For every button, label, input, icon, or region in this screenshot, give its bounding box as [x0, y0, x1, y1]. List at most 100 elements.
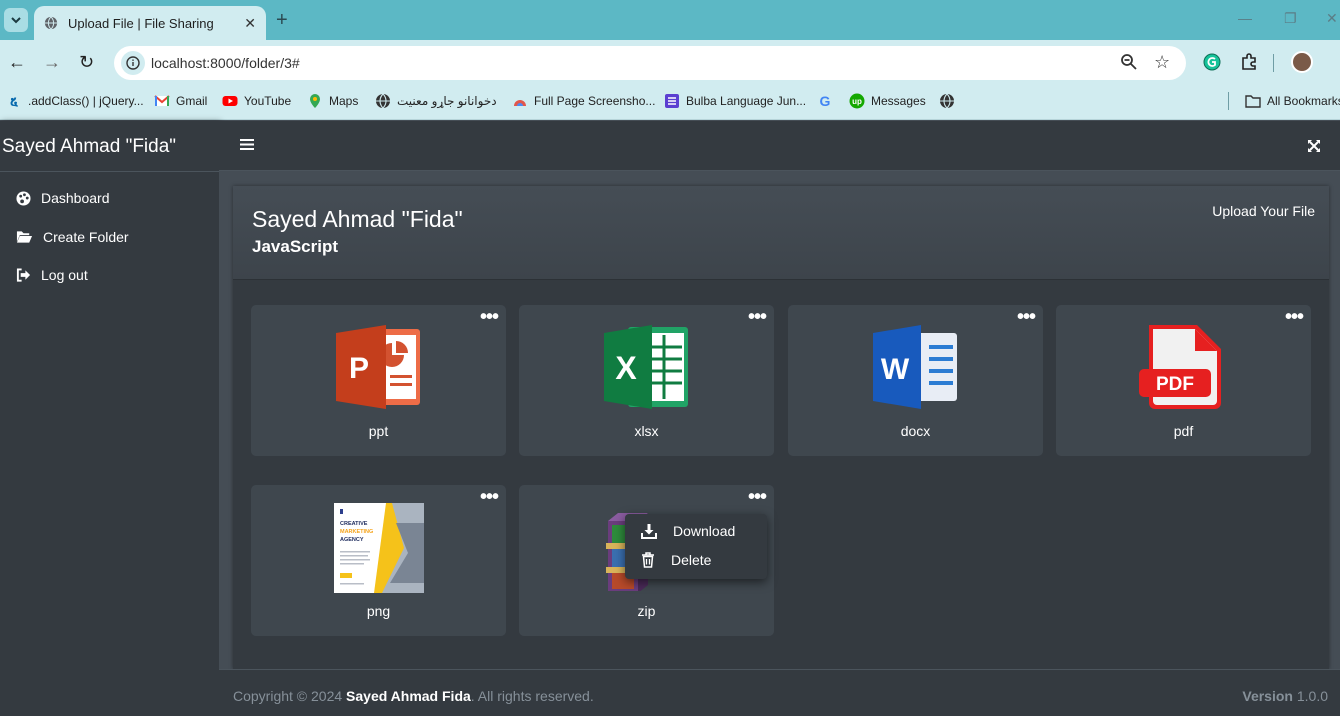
tab-search-button[interactable]: [4, 8, 28, 32]
sidebar-item-log-out[interactable]: Log out: [16, 267, 88, 283]
file-card-xlsx[interactable]: ••• X xlsx: [519, 305, 774, 456]
url-text[interactable]: localhost:8000/folder/3#: [151, 55, 300, 71]
footer: Copyright © 2024 Sayed Ahmad Fida. All r…: [219, 669, 1340, 716]
globe-icon: [44, 16, 58, 30]
svg-text:MARKETING: MARKETING: [340, 529, 373, 535]
svg-text:up: up: [852, 97, 862, 106]
pdf-icon: PDF: [1138, 325, 1221, 409]
globe-icon: [376, 93, 390, 109]
browser-menu-icon[interactable]: ⋮: [1333, 52, 1340, 72]
tab-title: Upload File | File Sharing: [68, 15, 214, 31]
more-options-icon[interactable]: •••: [748, 487, 767, 507]
folder-icon: [1245, 95, 1261, 108]
download-menu-item[interactable]: Download: [641, 523, 735, 539]
upload-file-button[interactable]: Upload Your File: [1212, 203, 1315, 219]
bookmark-star-icon[interactable]: ☆: [1154, 52, 1170, 73]
file-context-menu: Download Delete: [625, 514, 767, 579]
sidebar-item-dashboard[interactable]: Dashboard: [16, 190, 110, 206]
svg-text:X: X: [615, 350, 637, 386]
close-tab-icon[interactable]: ✕: [244, 15, 256, 32]
file-card-png[interactable]: ••• CREATIVE MARKETING AGENCY png: [251, 485, 506, 636]
bookmark-item[interactable]: Gmail: [154, 93, 207, 109]
more-options-icon[interactable]: •••: [748, 307, 767, 327]
file-name: xlsx: [634, 423, 659, 439]
sidebar-item-create-folder[interactable]: Create Folder: [16, 229, 129, 245]
file-name: zip: [637, 603, 656, 619]
more-options-icon[interactable]: •••: [480, 487, 499, 507]
file-name: png: [366, 603, 391, 619]
svg-text:PDF: PDF: [1156, 374, 1194, 395]
bookmark-item[interactable]: Full Page Screensho...: [512, 93, 655, 109]
jquery-icon: ໕: [9, 95, 18, 108]
fullscreen-icon[interactable]: [1307, 139, 1321, 153]
screenshot-icon: [514, 100, 526, 106]
file-name: docx: [900, 423, 931, 439]
bookmark-item[interactable]: Maps: [307, 93, 358, 109]
grammarly-icon[interactable]: [1203, 53, 1221, 71]
word-icon: W: [872, 325, 957, 409]
download-icon: [641, 524, 657, 539]
bookmark-item[interactable]: دخوانانو جاړو معنیت: [375, 93, 497, 109]
site-info-icon[interactable]: [121, 51, 145, 75]
gmail-icon: [154, 95, 170, 106]
extensions-icon[interactable]: [1240, 53, 1258, 71]
bookmark-item[interactable]: YouTube: [222, 93, 291, 109]
excel-icon: X: [603, 325, 688, 409]
zoom-icon[interactable]: [1120, 53, 1138, 71]
svg-text:CREATIVE: CREATIVE: [340, 521, 368, 527]
bookmark-item[interactable]: G: [817, 93, 839, 109]
all-bookmarks-button[interactable]: All Bookmarks: [1245, 93, 1340, 109]
address-bar[interactable]: localhost:8000/folder/3# ☆: [114, 46, 1186, 80]
trash-icon: [642, 552, 654, 568]
image-thumbnail: CREATIVE MARKETING AGENCY: [333, 503, 424, 593]
back-icon[interactable]: ←: [8, 52, 26, 73]
bookmarks-divider: [1228, 92, 1229, 110]
maps-icon: [310, 94, 320, 108]
author-link[interactable]: Sayed Ahmad Fida: [346, 688, 471, 704]
bookmark-item[interactable]: up Messages: [849, 93, 926, 109]
owner-name: Sayed Ahmad "Fida": [252, 206, 463, 232]
powerpoint-icon: P: [335, 325, 420, 409]
svg-text:P: P: [348, 352, 368, 385]
forward-icon[interactable]: →: [43, 52, 61, 73]
youtube-icon: [222, 96, 238, 106]
more-options-icon[interactable]: •••: [480, 307, 499, 327]
folder-open-icon: [16, 231, 33, 243]
google-icon: G: [819, 93, 831, 109]
new-tab-icon[interactable]: +: [276, 9, 288, 32]
browser-tab-strip: Upload File | File Sharing ✕ + — ❐ ✕: [0, 0, 1340, 40]
upwork-icon: up: [849, 93, 865, 109]
more-options-icon[interactable]: •••: [1285, 307, 1304, 327]
bookmarks-bar: ໕ .addClass() | jQuery... Gmail YouTube …: [0, 86, 1340, 120]
file-card-ppt[interactable]: ••• P ppt: [251, 305, 506, 456]
file-card-docx[interactable]: ••• W docx: [788, 305, 1043, 456]
bookmark-item[interactable]: ໕ .addClass() | jQuery...: [6, 93, 144, 109]
restore-icon[interactable]: ❐: [1284, 10, 1297, 27]
sidebar: Sayed Ahmad "Fida" Dashboard Create Fold…: [0, 121, 219, 716]
menu-toggle-icon[interactable]: [240, 138, 254, 151]
browser-toolbar: ← → ↻ localhost:8000/folder/3# ☆ ⋮: [0, 40, 1340, 86]
folder-name: JavaScript: [252, 237, 338, 256]
brand-title[interactable]: Sayed Ahmad "Fida": [0, 121, 219, 172]
copyright-text: Copyright © 2024 Sayed Ahmad Fida. All r…: [233, 688, 594, 704]
bookmark-item[interactable]: [939, 93, 961, 109]
svg-text:AGENCY: AGENCY: [340, 537, 364, 543]
toolbar-divider: [1273, 54, 1274, 72]
file-card-pdf[interactable]: ••• PDF pdf: [1056, 305, 1311, 456]
version-info: Version 1.0.0: [1242, 688, 1328, 704]
bookmark-item[interactable]: Bulba Language Jun...: [664, 93, 806, 109]
sign-out-icon: [16, 268, 31, 282]
svg-text:W: W: [880, 353, 909, 386]
browser-tab[interactable]: Upload File | File Sharing ✕: [34, 6, 266, 40]
more-options-icon[interactable]: •••: [1017, 307, 1036, 327]
folder-header: Sayed Ahmad "Fida" JavaScript Upload You…: [233, 186, 1329, 280]
minimize-icon[interactable]: —: [1238, 10, 1252, 26]
profile-avatar[interactable]: [1291, 51, 1313, 73]
palette-icon: [16, 190, 31, 206]
chevron-down-icon: [11, 17, 21, 24]
reload-icon[interactable]: ↻: [79, 52, 94, 73]
delete-menu-item[interactable]: Delete: [641, 552, 711, 568]
top-navbar: [219, 121, 1340, 171]
window-close-icon[interactable]: ✕: [1326, 10, 1338, 27]
globe-icon: [940, 93, 954, 109]
